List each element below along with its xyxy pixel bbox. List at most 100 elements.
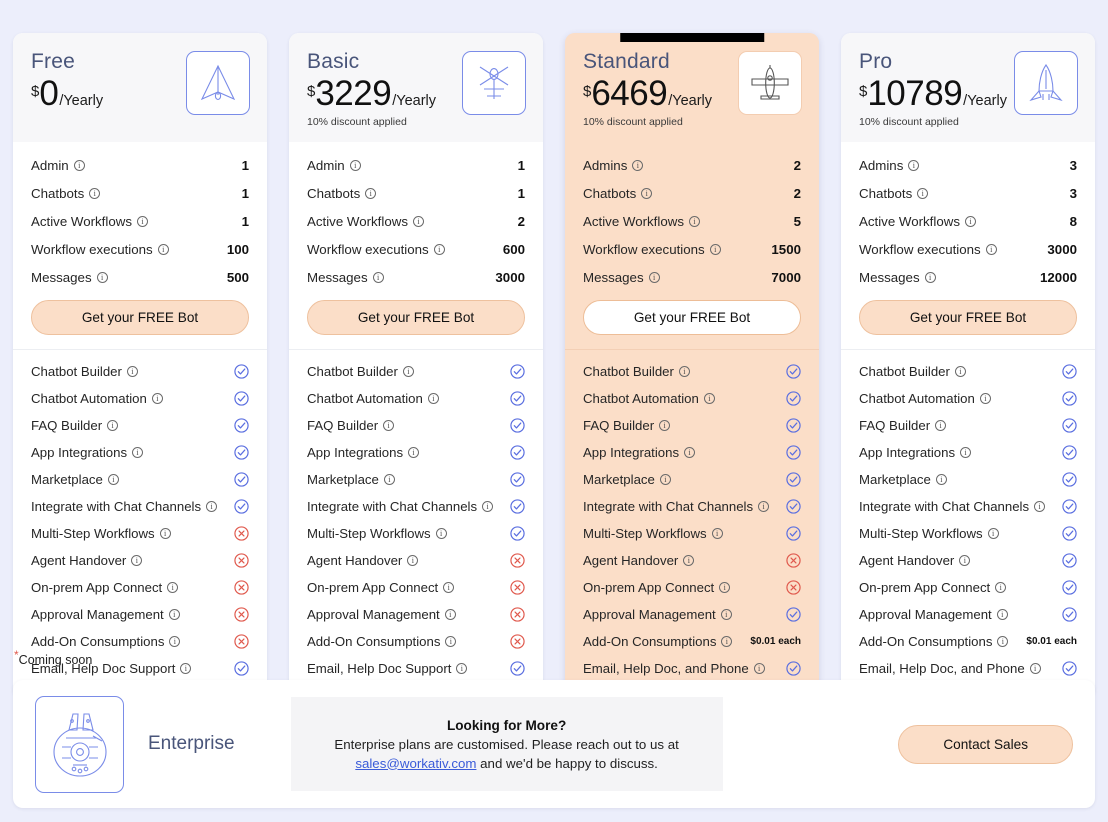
info-icon[interactable] [131, 554, 143, 566]
info-icon[interactable] [132, 446, 144, 458]
info-icon[interactable] [659, 473, 671, 485]
feature-label: Chatbot Builder [31, 363, 122, 379]
info-icon[interactable] [456, 662, 468, 674]
feature-included-icon [234, 391, 249, 406]
info-icon[interactable] [412, 216, 424, 228]
info-icon[interactable] [709, 244, 721, 256]
info-icon[interactable] [445, 635, 457, 647]
get-free-bot-button[interactable]: Get your FREE Bot [583, 299, 801, 335]
info-icon[interactable] [688, 216, 700, 228]
feature-label-wrap: Multi-Step Workflows [583, 526, 723, 541]
quota-label-wrap: Chatbots [31, 186, 101, 201]
info-icon[interactable] [365, 188, 377, 200]
info-icon[interactable] [168, 608, 180, 620]
info-icon[interactable] [444, 608, 456, 620]
get-free-bot-button[interactable]: Get your FREE Bot [307, 299, 525, 335]
info-icon[interactable] [997, 635, 1009, 647]
feature-label-wrap: Chatbot Automation [31, 391, 163, 406]
info-icon[interactable] [169, 635, 181, 647]
info-icon[interactable] [703, 392, 715, 404]
feature-label: Integrate with Chat Channels [859, 498, 1030, 514]
info-icon[interactable] [959, 554, 971, 566]
info-icon[interactable] [206, 500, 218, 512]
info-icon[interactable] [435, 527, 447, 539]
info-icon[interactable] [960, 446, 972, 458]
info-icon[interactable] [979, 392, 991, 404]
info-icon[interactable] [159, 527, 171, 539]
feature-label-wrap: On-prem App Connect [583, 580, 731, 595]
info-icon[interactable] [908, 160, 920, 172]
info-icon[interactable] [107, 419, 119, 431]
quota-value: 3 [1069, 158, 1077, 174]
info-icon[interactable] [433, 244, 445, 256]
info-icon[interactable] [443, 581, 455, 593]
feature-label-wrap: App Integrations [583, 445, 696, 460]
feature-label-wrap: Approval Management [307, 607, 456, 622]
info-icon[interactable] [408, 446, 420, 458]
info-icon[interactable] [683, 554, 695, 566]
info-icon[interactable] [935, 419, 947, 431]
info-icon[interactable] [996, 608, 1008, 620]
info-icon[interactable] [349, 160, 361, 172]
feature-label-wrap: Integrate with Chat Channels [31, 498, 218, 514]
info-icon[interactable] [924, 272, 936, 284]
info-icon[interactable] [753, 662, 765, 674]
feature-included-icon: $0.01 each [1026, 636, 1077, 647]
quota-label: Active Workflows [31, 214, 132, 230]
feature-label: Add-On Consumptions [31, 633, 165, 649]
info-icon[interactable] [383, 419, 395, 431]
info-icon[interactable] [719, 581, 731, 593]
info-icon[interactable] [427, 392, 439, 404]
feature-row: Marketplace [307, 466, 525, 493]
info-icon[interactable] [180, 662, 192, 674]
feature-label: Integrate with Chat Channels [31, 498, 202, 514]
info-icon[interactable] [711, 527, 723, 539]
info-icon[interactable] [641, 188, 653, 200]
contact-sales-button[interactable]: Contact Sales [898, 724, 1073, 764]
info-icon[interactable] [73, 160, 85, 172]
info-icon[interactable] [648, 272, 660, 284]
feature-label-wrap: Agent Handover [583, 553, 695, 568]
feature-label: Approval Management [859, 606, 992, 622]
info-icon[interactable] [107, 473, 119, 485]
info-icon[interactable] [964, 216, 976, 228]
quota-row: Chatbots 2 [583, 180, 801, 208]
info-icon[interactable] [720, 608, 732, 620]
feature-label: Chatbot Builder [583, 363, 674, 379]
info-icon[interactable] [167, 581, 179, 593]
info-icon[interactable] [157, 244, 169, 256]
feature-label-wrap: FAQ Builder [859, 418, 947, 433]
info-icon[interactable] [721, 635, 733, 647]
info-icon[interactable] [758, 500, 770, 512]
info-icon[interactable] [402, 365, 414, 377]
info-icon[interactable] [678, 365, 690, 377]
info-icon[interactable] [383, 473, 395, 485]
info-icon[interactable] [684, 446, 696, 458]
info-icon[interactable] [96, 272, 108, 284]
info-icon[interactable] [482, 500, 494, 512]
feature-included-icon [1062, 661, 1077, 676]
get-free-bot-button[interactable]: Get your FREE Bot [31, 299, 249, 335]
info-icon[interactable] [136, 216, 148, 228]
info-icon[interactable] [151, 392, 163, 404]
info-icon[interactable] [632, 160, 644, 172]
info-icon[interactable] [985, 244, 997, 256]
info-icon[interactable] [935, 473, 947, 485]
sales-email-link[interactable]: sales@workativ.com [355, 756, 476, 771]
info-icon[interactable] [126, 365, 138, 377]
info-icon[interactable] [89, 188, 101, 200]
feature-row: Agent Handover [859, 547, 1077, 574]
info-icon[interactable] [995, 581, 1007, 593]
info-icon[interactable] [407, 554, 419, 566]
info-icon[interactable] [917, 188, 929, 200]
info-icon[interactable] [954, 365, 966, 377]
info-icon[interactable] [659, 419, 671, 431]
quota-label-wrap: Active Workflows [859, 214, 976, 229]
info-icon[interactable] [1034, 500, 1046, 512]
feature-included-icon [786, 607, 801, 622]
quota-label-wrap: Messages [583, 270, 660, 285]
info-icon[interactable] [372, 272, 384, 284]
info-icon[interactable] [987, 527, 999, 539]
get-free-bot-button[interactable]: Get your FREE Bot [859, 299, 1077, 335]
info-icon[interactable] [1029, 662, 1041, 674]
